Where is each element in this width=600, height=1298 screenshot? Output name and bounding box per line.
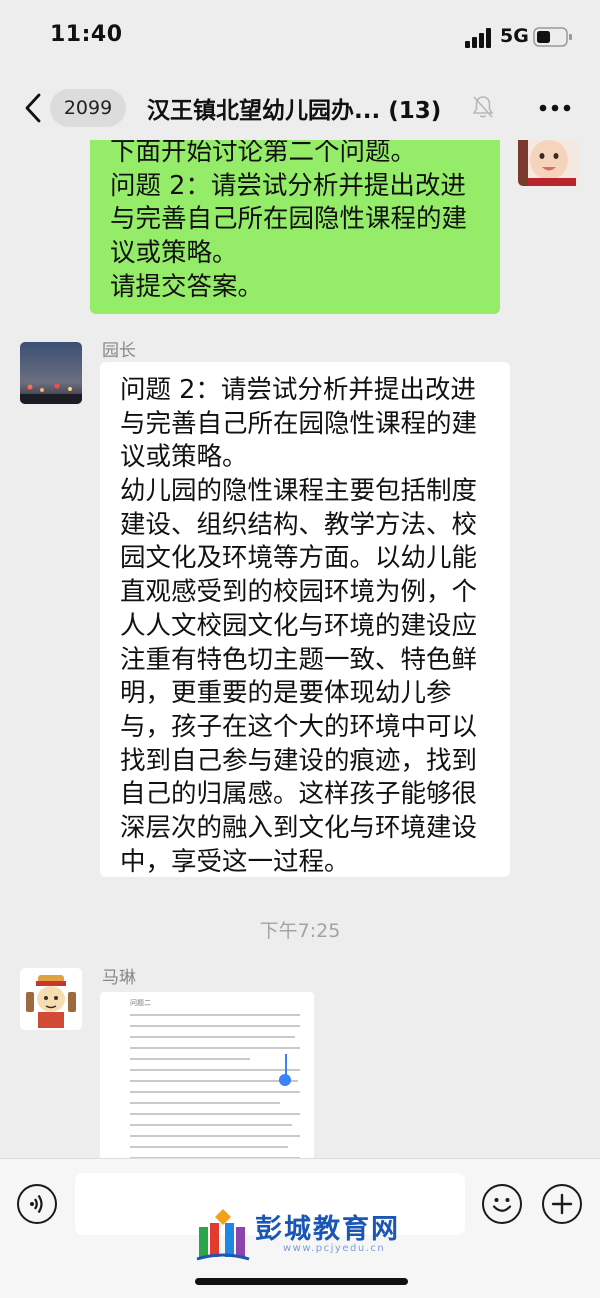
book-logo-icon	[196, 1209, 250, 1261]
network-type: 5G	[500, 25, 529, 47]
message-line: 议或策略。	[120, 442, 248, 473]
message-line: 自己的归属感。这样孩子能够很	[120, 779, 478, 810]
status-bar: 11:40 5G	[0, 0, 600, 78]
message-line: 请提交答案。	[110, 271, 264, 302]
watermark-text: 彭城教育网	[255, 1214, 400, 1245]
message-line: 问题 2：请尝试分析并提出改进	[120, 375, 476, 405]
battery-icon	[533, 27, 572, 47]
message-line: 建设、组织结构、教学方法、校	[120, 509, 478, 540]
timestamp-divider: 下午7:25	[259, 920, 341, 942]
received-message-bubble[interactable]: 问题 2：请尝试分析并提出改进 与完善自己所在园隐性课程的建 议或策略。 幼儿园…	[100, 362, 510, 877]
cellular-signal-icon	[465, 28, 491, 48]
message-line: 与完善自己所在园隐性课程的建	[120, 408, 478, 439]
message-line: 中，享受这一过程。	[120, 846, 350, 877]
message-line: 找到自己参与建设的痕迹，找到	[120, 745, 478, 776]
text-cursor-handle	[279, 1074, 291, 1086]
message-line: 直观感受到的校园环境为例，个	[120, 577, 478, 608]
my-avatar[interactable]	[518, 140, 580, 186]
group-name: 汉王镇北望幼儿园办...	[147, 98, 381, 124]
plus-icon	[551, 1193, 573, 1215]
back-arrow-icon[interactable]	[22, 92, 44, 124]
more-functions-button[interactable]	[542, 1184, 582, 1224]
status-time: 11:40	[50, 22, 123, 47]
message-line: 明，更重要的是要体现幼儿参	[120, 678, 452, 709]
message-line: 与，孩子在这个大的环境中可以	[120, 711, 478, 742]
my-message-bubble[interactable]: 下面开始讨论第二个问题。 问题 2：请尝试分析并提出改进 与完善自己所在园隐性课…	[90, 140, 500, 314]
message-line: 园文化及环境等方面。以幼儿能	[120, 543, 478, 574]
document-heading: 问题二	[130, 999, 151, 1007]
message-line: 议或策略。	[110, 238, 238, 269]
message-line: 与完善自己所在园隐性课程的建	[110, 204, 468, 235]
sender-avatar[interactable]	[20, 342, 82, 404]
watermark-url: www.pcjyedu.cn	[283, 1243, 386, 1254]
message-line: 深层次的融入到文化与环境建设	[120, 812, 478, 843]
message-line: 问题 2：请尝试分析并提出改进	[110, 170, 466, 201]
chat-title[interactable]: 汉王镇北望幼儿园办... (13)	[147, 91, 472, 125]
document-image-message[interactable]: 问题二	[100, 992, 314, 1158]
member-count: (13)	[388, 98, 442, 124]
mute-bell-icon	[472, 96, 494, 118]
unread-count-badge[interactable]: 2099	[50, 89, 126, 127]
voice-icon	[30, 1194, 43, 1214]
message-line: 注重有特色切主题一致、特色鲜	[120, 644, 478, 675]
sender-name: 园长	[102, 341, 136, 361]
chat-header: 2099 汉王镇北望幼儿园办... (13)	[0, 78, 600, 140]
emoji-button[interactable]	[482, 1184, 522, 1224]
site-watermark: 彭城教育网 www.pcjyedu.cn	[195, 1203, 435, 1265]
message-line: 人人文校园文化与环境的建设应	[120, 610, 478, 641]
smiley-icon	[492, 1198, 512, 1212]
voice-input-button[interactable]	[17, 1184, 57, 1224]
more-options-icon[interactable]	[539, 104, 571, 112]
sender-avatar[interactable]	[20, 968, 82, 1030]
chat-message-list[interactable]: 下面开始讨论第二个问题。 问题 2：请尝试分析并提出改进 与完善自己所在园隐性课…	[0, 140, 600, 1158]
sender-name: 马琳	[102, 968, 136, 988]
message-line: 幼儿园的隐性课程主要包括制度	[120, 476, 478, 507]
home-indicator	[195, 1278, 408, 1285]
message-line: 下面开始讨论第二个问题。	[110, 140, 417, 167]
